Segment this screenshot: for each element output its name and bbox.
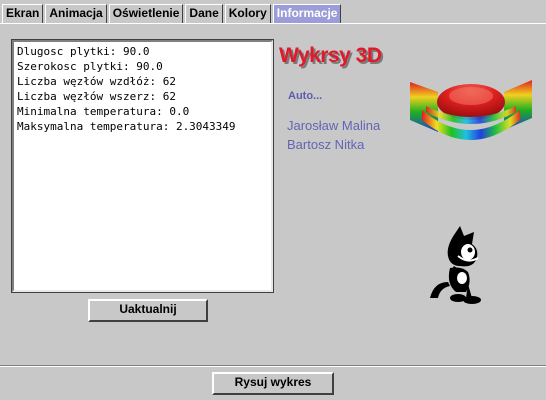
footer-separator: [0, 365, 546, 367]
info-line-plate-length: Dlugosc plytki: 90.0: [17, 45, 150, 58]
tab-ekran[interactable]: Ekran: [2, 4, 44, 23]
cartoon-cat-icon: [430, 226, 481, 304]
tab-informacje[interactable]: Informacje: [272, 4, 342, 23]
info-line-max-temp: Maksymalna temperatura: 2.3043349: [17, 120, 236, 133]
info-text-area[interactable]: Dlugosc plytki: 90.0 Szerokosc plytki: 9…: [11, 39, 274, 293]
info-line-plate-width: Szerokosc plytki: 90.0: [17, 60, 163, 73]
3d-surface-plot-icon: [410, 80, 532, 140]
tab-divider: [0, 23, 546, 24]
tab-list: Ekran Animacja Oświetlenie Dane Kolory I…: [2, 4, 343, 24]
tab-oswietlenie[interactable]: Oświetlenie: [108, 4, 184, 23]
tab-bar: Ekran Animacja Oświetlenie Dane Kolory I…: [0, 0, 546, 24]
info-line-nodes-width: Liczba węzłów wszerz: 62: [17, 90, 176, 103]
tab-dane[interactable]: Dane: [185, 4, 223, 23]
draw-chart-button[interactable]: Rysuj wykres: [212, 372, 334, 395]
info-line-min-temp: Minimalna temperatura: 0.0: [17, 105, 190, 118]
app-title: Wykrsy 3D: [279, 44, 382, 67]
tab-kolory[interactable]: Kolory: [224, 4, 271, 23]
update-button[interactable]: Uaktualnij: [88, 299, 208, 322]
info-line-nodes-length: Liczba węzłów wzdłóż: 62: [17, 75, 176, 88]
app-subtitle: Auto...: [288, 90, 323, 102]
author-name-2: Bartosz Nitka: [287, 137, 365, 152]
author-name-1: Jarosław Malina: [287, 118, 381, 133]
tab-animacja[interactable]: Animacja: [45, 4, 107, 23]
